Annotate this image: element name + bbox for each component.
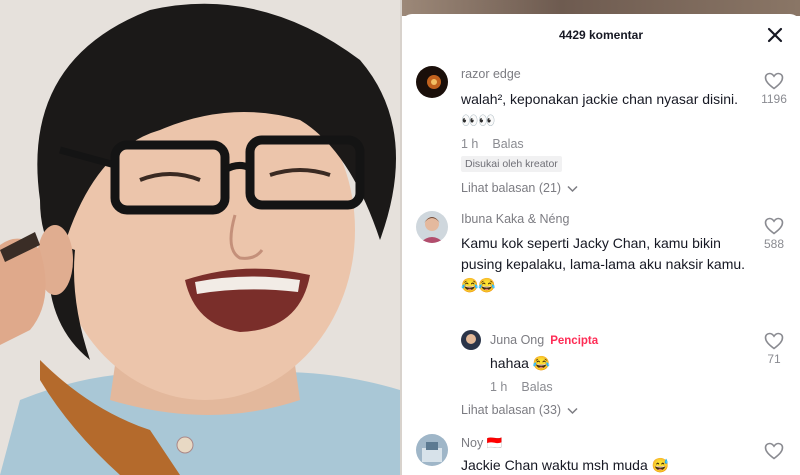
view-replies-link[interactable]: Lihat balasan (21) <box>461 181 578 195</box>
like-button[interactable]: 1196 <box>754 72 794 106</box>
heart-outline-icon <box>764 442 784 460</box>
comment-time: 1 h <box>461 137 479 151</box>
comment-meta: 1 h Balas <box>461 137 524 151</box>
reply-time: 1 h <box>490 380 508 394</box>
like-button[interactable]: 71 <box>754 332 794 366</box>
comment-text: walah², keponakan jackie chan nyasar dis… <box>461 91 739 128</box>
video-player[interactable] <box>0 0 400 475</box>
reply-meta: 1 h Balas <box>490 380 553 394</box>
reply-button[interactable]: Balas <box>521 380 552 394</box>
avatar[interactable] <box>416 211 448 243</box>
reply-button[interactable]: Balas <box>492 137 523 151</box>
reply-username[interactable]: Juna Ong Pencipta <box>490 333 598 347</box>
heart-outline-icon <box>764 332 784 350</box>
like-count: 588 <box>763 237 785 251</box>
comment-username[interactable]: razor edge <box>461 67 521 81</box>
reply-text: hahaa 😂 <box>490 355 551 371</box>
comment-username[interactable]: Noy 🇮🇩 <box>461 436 502 451</box>
reply-username-text: Juna Ong <box>490 333 545 347</box>
like-button[interactable]: 588 <box>754 217 794 251</box>
chevron-down-icon <box>567 407 578 414</box>
creator-tag: Pencipta <box>550 335 599 347</box>
liked-by-creator-badge: Disukai oleh kreator <box>461 156 562 172</box>
like-count: 71 <box>767 352 781 366</box>
comment-text: Kamu kok seperti Jacky Chan, kamu bikin … <box>461 235 746 293</box>
close-button[interactable] <box>764 24 786 46</box>
comment-username[interactable]: Ibuna Kaka & Néng <box>461 212 569 226</box>
comment-count-title: 4429 komentar <box>558 28 644 42</box>
chevron-down-icon <box>567 185 578 192</box>
like-count: 1196 <box>761 92 787 106</box>
view-replies-label: Lihat balasan (21) <box>461 181 562 195</box>
comment-text: Jackie Chan waktu msh muda 😅 <box>461 457 670 473</box>
avatar[interactable] <box>416 434 448 466</box>
view-replies-label: Lihat balasan (33) <box>461 403 562 417</box>
heart-outline-icon <box>764 72 784 90</box>
video-frame-image <box>0 0 400 475</box>
comments-panel: 4429 komentar razor edge walah², keponak… <box>402 0 800 475</box>
heart-outline-icon <box>764 217 784 235</box>
avatar[interactable] <box>461 330 481 350</box>
close-icon <box>767 27 783 43</box>
like-button[interactable] <box>754 442 794 460</box>
view-replies-link[interactable]: Lihat balasan (33) <box>461 403 578 417</box>
avatar[interactable] <box>416 66 448 98</box>
